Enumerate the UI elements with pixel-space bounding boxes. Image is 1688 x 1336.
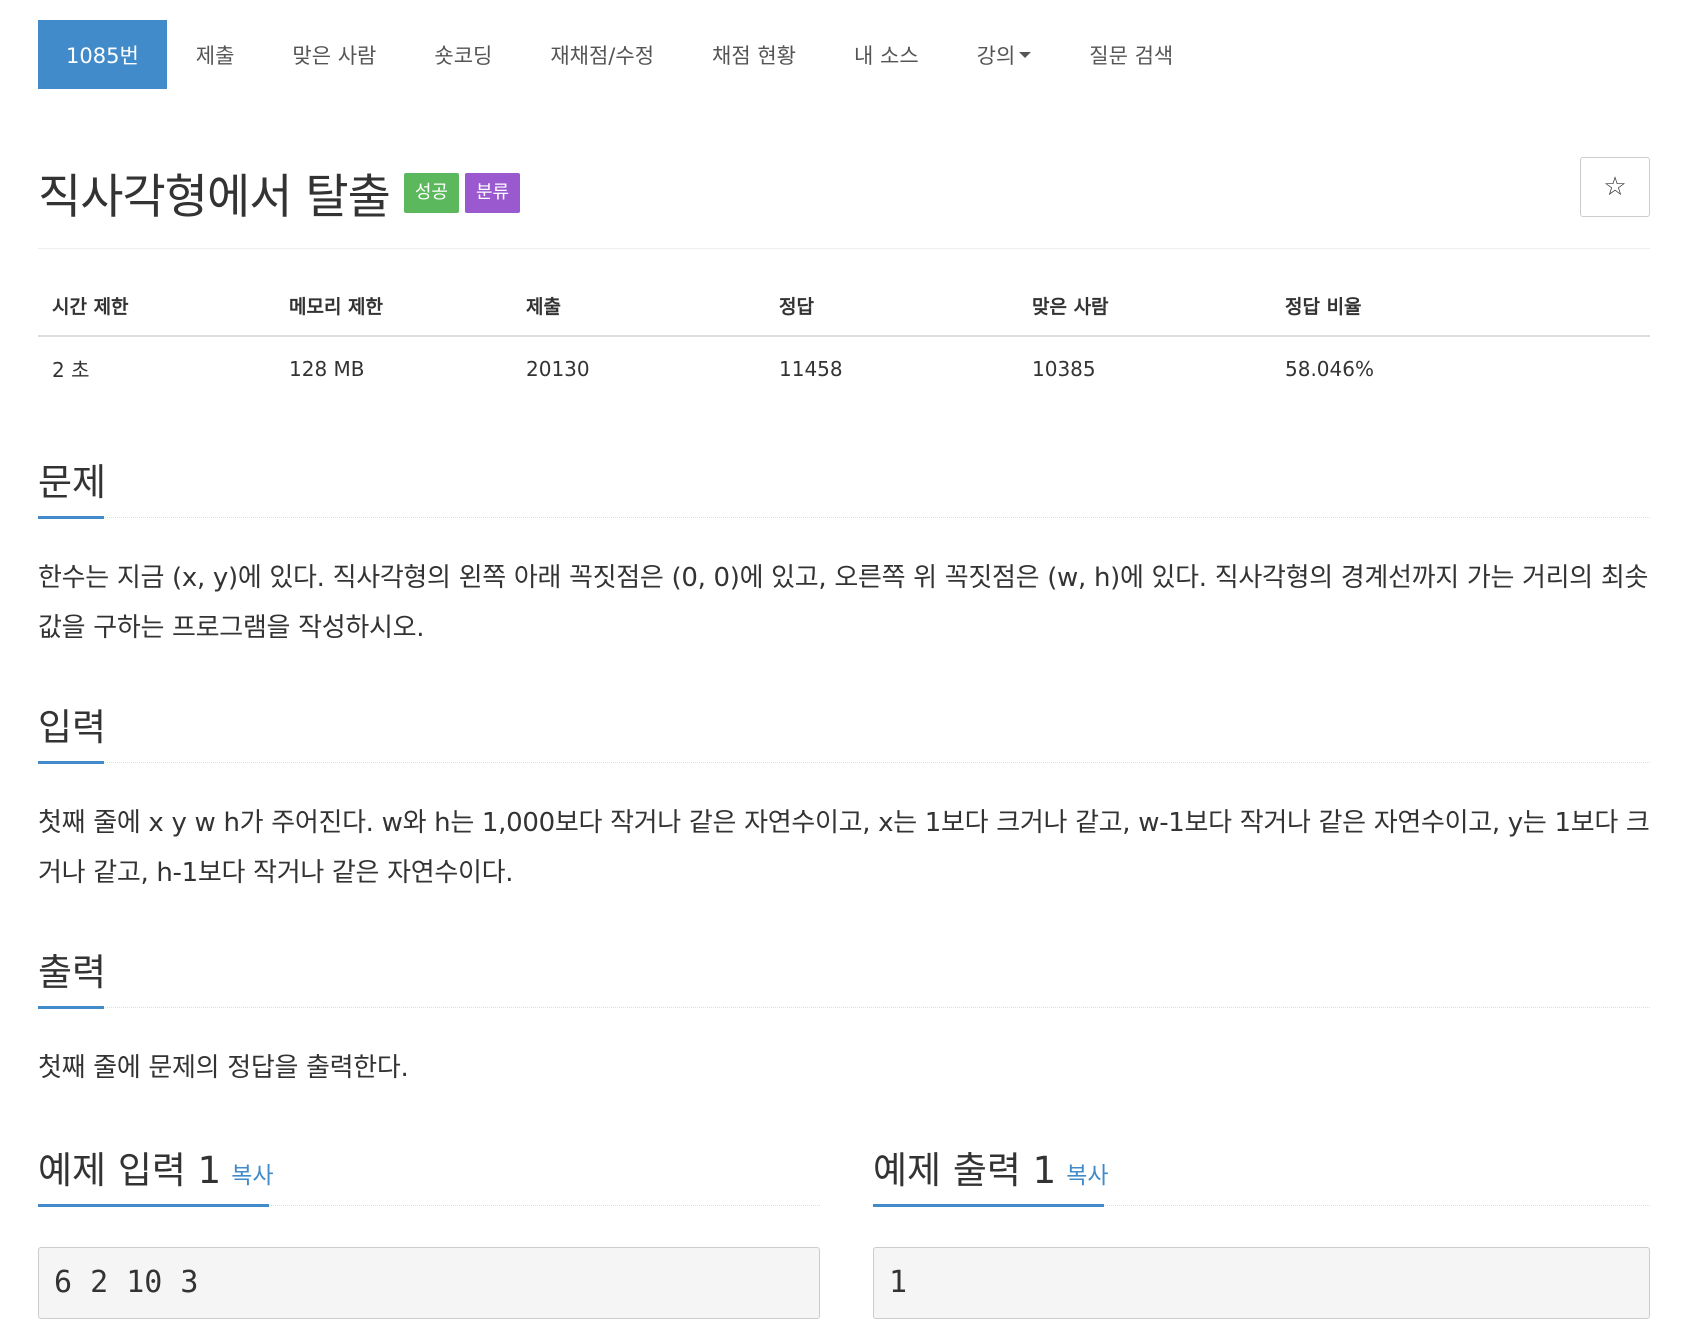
- sample-output-headline: 예제 출력 1 복사: [873, 1146, 1650, 1207]
- memory-limit-value: 128 MB: [289, 356, 365, 381]
- tab-short-coding[interactable]: 숏코딩: [405, 20, 521, 89]
- favorite-star-button[interactable]: ☆: [1580, 157, 1650, 217]
- title-divider: [38, 248, 1650, 249]
- headline-underline: [38, 1006, 104, 1009]
- input-headline: 입력: [38, 703, 1650, 764]
- memory-limit-header: 메모리 제한: [275, 292, 512, 337]
- sample-input-section: 예제 입력 1 복사 6 2 10 3: [38, 1146, 820, 1319]
- description-section: 문제 한수는 지금 (x, y)에 있다. 직사각형의 왼쪽 아래 꼭짓점은 (…: [38, 458, 1650, 653]
- category-badge[interactable]: 분류: [465, 172, 521, 213]
- input-section: 입력 첫째 줄에 x y w h가 주어진다. w와 h는 1,000보다 작거…: [38, 703, 1650, 898]
- tab-question-search[interactable]: 질문 검색: [1060, 20, 1202, 89]
- tab-problem-number[interactable]: 1085번: [38, 20, 167, 89]
- problem-nav-tabs: 1085번 제출 맞은 사람 숏코딩 재채점/수정 채점 현황 내 소스 강의 …: [38, 20, 1202, 89]
- tab-judge-status[interactable]: 채점 현황: [683, 20, 825, 89]
- output-section: 출력 첫째 줄에 문제의 정답을 출력한다.: [38, 948, 1650, 1093]
- sample-input-box[interactable]: 6 2 10 3: [38, 1247, 820, 1319]
- headline-underline: [38, 761, 104, 764]
- output-text: 첫째 줄에 문제의 정답을 출력한다.: [38, 1053, 409, 1083]
- accepted-users-value: 10385: [1032, 356, 1096, 381]
- sample-output-section: 예제 출력 1 복사 1: [873, 1146, 1650, 1319]
- time-limit-header: 시간 제한: [38, 292, 275, 337]
- tab-my-source[interactable]: 내 소스: [825, 20, 948, 89]
- copy-sample-input-link[interactable]: 복사: [231, 1163, 273, 1189]
- problem-title: 직사각형에서 탈출: [38, 170, 391, 225]
- submissions-value: 20130: [526, 356, 590, 381]
- copy-sample-output-link[interactable]: 복사: [1066, 1163, 1108, 1189]
- tab-accepted-users[interactable]: 맞은 사람: [263, 20, 405, 89]
- time-limit-value: 2 초: [52, 358, 90, 382]
- headline-underline: [38, 516, 104, 519]
- accept-ratio-header: 정답 비율: [1271, 292, 1650, 337]
- accept-ratio-value: 58.046%: [1285, 356, 1374, 381]
- caret-down-icon: [1019, 51, 1032, 58]
- sample-output-title: 예제 출력 1: [873, 1149, 1057, 1192]
- success-badge: 성공: [403, 172, 459, 213]
- headline-underline: [38, 1204, 269, 1207]
- description-text: 한수는 지금 (x, y)에 있다. 직사각형의 왼쪽 아래 꼭짓점은 (0, …: [38, 563, 1649, 643]
- tab-submit[interactable]: 제출: [167, 20, 264, 89]
- sample-input-title: 예제 입력 1: [38, 1149, 222, 1192]
- output-title: 출력: [38, 951, 107, 994]
- accepted-header: 정답: [765, 292, 1018, 337]
- tab-lecture-label: 강의: [976, 43, 1016, 68]
- tab-lecture-dropdown[interactable]: 강의: [948, 20, 1061, 89]
- info-value-row: 2 초 128 MB 20130 11458 10385 58.046%: [38, 336, 1650, 383]
- input-title: 입력: [38, 706, 107, 749]
- info-header-row: 시간 제한 메모리 제한 제출 정답 맞은 사람 정답 비율: [38, 292, 1650, 337]
- accepted-value: 11458: [779, 356, 843, 381]
- description-headline: 문제: [38, 458, 1650, 519]
- output-headline: 출력: [38, 948, 1650, 1009]
- description-title: 문제: [38, 461, 107, 504]
- tab-rejudge-edit[interactable]: 재채점/수정: [521, 20, 683, 89]
- problem-title-row: 직사각형에서 탈출 성공 분류: [38, 158, 521, 227]
- star-icon: ☆: [1603, 172, 1627, 202]
- accepted-users-header: 맞은 사람: [1018, 292, 1271, 337]
- input-text: 첫째 줄에 x y w h가 주어진다. w와 h는 1,000보다 작거나 같…: [38, 808, 1650, 888]
- sample-input-headline: 예제 입력 1 복사: [38, 1146, 820, 1207]
- sample-output-box[interactable]: 1: [873, 1247, 1650, 1319]
- problem-info-table: 시간 제한 메모리 제한 제출 정답 맞은 사람 정답 비율 2 초 128 M…: [38, 292, 1650, 383]
- submissions-header: 제출: [512, 292, 765, 337]
- headline-underline: [873, 1204, 1104, 1207]
